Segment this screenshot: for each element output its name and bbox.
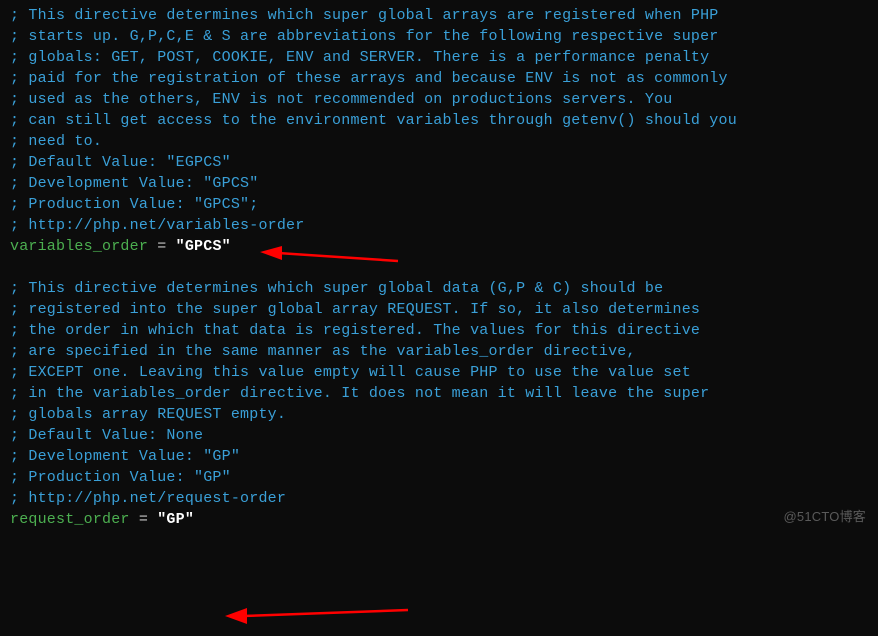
comment-line: ; This directive determines which super …: [10, 5, 868, 26]
comment-line: ; paid for the registration of these arr…: [10, 68, 868, 89]
equals-sign: =: [130, 511, 158, 528]
comment-line: ; starts up. G,P,C,E & S are abbreviatio…: [10, 26, 868, 47]
comment-line: ; can still get access to the environmen…: [10, 110, 868, 131]
setting-key: request_order: [10, 511, 130, 528]
comment-line: ; need to.: [10, 131, 868, 152]
comment-line: ; used as the others, ENV is not recomme…: [10, 89, 868, 110]
comment-line: ; are specified in the same manner as th…: [10, 341, 868, 362]
comment-line: ; registered into the super global array…: [10, 299, 868, 320]
comment-line: ; globals: GET, POST, COOKIE, ENV and SE…: [10, 47, 868, 68]
setting-value: "GPCS": [176, 238, 231, 255]
comment-line: ; Production Value: "GPCS";: [10, 194, 868, 215]
comment-line: ; EXCEPT one. Leaving this value empty w…: [10, 362, 868, 383]
comment-line: ; in the variables_order directive. It d…: [10, 383, 868, 404]
setting-variables-order: variables_order = "GPCS": [10, 236, 868, 257]
setting-key: variables_order: [10, 238, 148, 255]
arrow-annotation-icon: [225, 604, 410, 626]
setting-value: "GP": [157, 511, 194, 528]
comment-line: ; Development Value: "GPCS": [10, 173, 868, 194]
comment-line: ; This directive determines which super …: [10, 278, 868, 299]
comment-line: ; http://php.net/request-order: [10, 488, 868, 509]
comment-line: ; Default Value: None: [10, 425, 868, 446]
comment-line: ; Production Value: "GP": [10, 467, 868, 488]
comment-line: ; the order in which that data is regist…: [10, 320, 868, 341]
setting-request-order: request_order = "GP": [10, 509, 868, 530]
comment-line: ; Default Value: "EGPCS": [10, 152, 868, 173]
equals-sign: =: [148, 238, 176, 255]
comment-line: ; http://php.net/variables-order: [10, 215, 868, 236]
blank-line: [10, 257, 868, 278]
comment-line: ; Development Value: "GP": [10, 446, 868, 467]
watermark: @51CTO博客: [784, 506, 866, 527]
comment-line: ; globals array REQUEST empty.: [10, 404, 868, 425]
